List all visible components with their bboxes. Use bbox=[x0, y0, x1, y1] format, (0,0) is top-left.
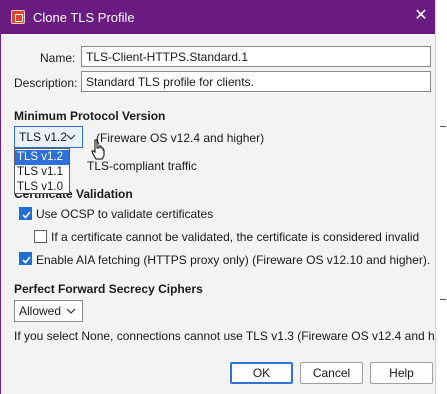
title-bar[interactable]: Clone TLS Profile ✕ bbox=[1, 0, 436, 34]
protocol-version-select[interactable]: TLS v1.2 bbox=[14, 126, 83, 148]
aia-checkbox[interactable] bbox=[19, 252, 32, 265]
dropdown-option-tls-v1-0[interactable]: TLS v1.0 bbox=[15, 180, 69, 195]
app-icon bbox=[11, 10, 25, 24]
name-label: Name: bbox=[40, 51, 76, 65]
background-window-edge bbox=[435, 0, 447, 394]
protocol-section-title: Minimum Protocol Version bbox=[14, 109, 166, 123]
help-button[interactable]: Help bbox=[370, 362, 433, 384]
cancel-button[interactable]: Cancel bbox=[300, 362, 363, 384]
clone-tls-profile-dialog: Clone TLS Profile ✕ Name: TLS-Client-HTT… bbox=[0, 0, 447, 394]
ocsp-checkbox[interactable] bbox=[19, 207, 32, 220]
check-icon bbox=[22, 256, 31, 264]
tls-compliant-text: TLS-compliant traffic bbox=[87, 159, 197, 173]
dropdown-option-tls-v1-1[interactable]: TLS v1.1 bbox=[15, 165, 69, 180]
pfs-section-title: Perfect Forward Secrecy Ciphers bbox=[14, 282, 203, 296]
invalid-cert-checkbox[interactable] bbox=[34, 230, 47, 243]
hand-cursor-icon bbox=[91, 139, 105, 160]
aia-label: Enable AIA fetching (HTTPS proxy only) (… bbox=[36, 253, 431, 267]
dropdown-option-tls-v1-2[interactable]: TLS v1.2 bbox=[15, 150, 69, 165]
protocol-version-dropdown: TLS v1.2 TLS v1.1 TLS v1.0 bbox=[14, 148, 70, 194]
check-icon bbox=[22, 211, 31, 219]
ocsp-label: Use OCSP to validate certificates bbox=[36, 207, 214, 221]
description-label: Description: bbox=[14, 76, 78, 90]
close-icon[interactable]: ✕ bbox=[411, 6, 431, 26]
protocol-version-note: (Fireware OS v12.4 and higher) bbox=[96, 131, 265, 145]
name-field[interactable]: TLS-Client-HTTPS.Standard.1 bbox=[81, 46, 431, 67]
ok-button[interactable]: OK bbox=[230, 362, 293, 384]
pfs-note: If you select None, connections cannot u… bbox=[14, 329, 447, 343]
pfs-value: Allowed bbox=[19, 304, 62, 318]
invalid-cert-label: If a certificate cannot be validated, th… bbox=[51, 230, 420, 244]
background-mark bbox=[440, 126, 446, 127]
pfs-select[interactable]: Allowed bbox=[14, 300, 83, 322]
description-field[interactable]: Standard TLS profile for clients. bbox=[81, 71, 431, 92]
chevron-down-icon bbox=[66, 308, 76, 314]
background-mark bbox=[440, 299, 446, 300]
protocol-version-value: TLS v1.2 bbox=[19, 130, 68, 144]
window-title: Clone TLS Profile bbox=[33, 10, 135, 25]
chevron-down-icon bbox=[66, 134, 76, 140]
